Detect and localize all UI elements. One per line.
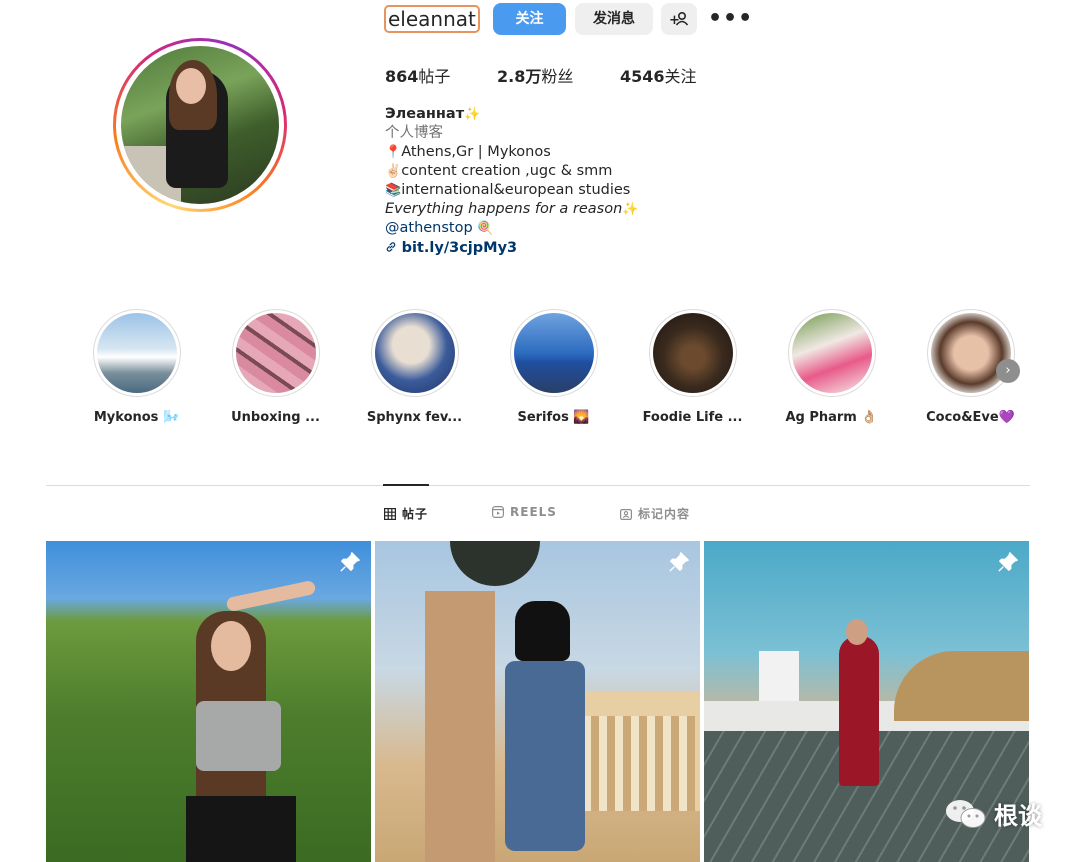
chevron-right-icon[interactable]: › bbox=[996, 359, 1020, 383]
highlight-sphynx[interactable]: Sphynx fev... bbox=[345, 309, 484, 425]
grid-icon bbox=[384, 507, 396, 520]
highlight-label: Unboxing ... bbox=[231, 410, 320, 425]
tabs-divider bbox=[46, 485, 1030, 486]
pinned-icon bbox=[340, 552, 360, 572]
tagged-icon bbox=[620, 508, 632, 520]
highlight-mykonos[interactable]: Mykonos 🌬️ bbox=[67, 309, 206, 425]
pinned-icon bbox=[669, 552, 689, 572]
highlight-cover bbox=[513, 313, 594, 393]
highlight-label: Coco&Eve💜 bbox=[926, 410, 1015, 425]
victory-hand-emoji: ✌🏻 bbox=[385, 164, 402, 179]
reels-icon bbox=[492, 506, 504, 518]
profile-bio: Элеаннат✨ 个人博客 📍Athens,Gr | Mykonos ✌🏻co… bbox=[385, 106, 639, 256]
highlight-label: Ag Pharm 👌🏼 bbox=[785, 410, 878, 425]
tab-reels[interactable]: REELS bbox=[492, 505, 557, 519]
avatar bbox=[121, 46, 279, 204]
pin-emoji: 📍 bbox=[385, 145, 402, 160]
tab-posts[interactable]: 帖子 bbox=[384, 505, 428, 522]
highlight-cover bbox=[235, 313, 316, 393]
following-count[interactable]: 4546关注 bbox=[620, 63, 697, 87]
more-options-button[interactable]: ••• bbox=[708, 3, 752, 35]
profile-avatar-story-ring[interactable] bbox=[113, 38, 287, 212]
link-icon bbox=[386, 242, 396, 252]
wechat-watermark: 根谈 bbox=[944, 796, 1042, 831]
profile-username[interactable]: eleannat bbox=[384, 5, 480, 33]
highlight-serifos[interactable]: Serifos 🌄 bbox=[484, 309, 623, 425]
books-emoji: 📚 bbox=[385, 183, 402, 198]
highlight-unboxing[interactable]: Unboxing ... bbox=[206, 309, 345, 425]
post-thumbnail-1[interactable] bbox=[46, 541, 371, 862]
posts-count: 864帖子 bbox=[385, 67, 451, 86]
highlight-cover bbox=[96, 313, 177, 393]
pinned-icon bbox=[998, 552, 1018, 572]
profile-display-name: Элеаннат bbox=[385, 106, 465, 122]
profile-category: 个人博客 bbox=[385, 125, 443, 141]
suggest-users-button[interactable]: + bbox=[661, 3, 697, 35]
highlight-cover bbox=[930, 313, 1011, 393]
wechat-icon bbox=[946, 799, 986, 828]
active-tab-indicator bbox=[383, 484, 429, 486]
highlight-cover bbox=[652, 313, 733, 393]
highlight-label: Mykonos 🌬️ bbox=[93, 410, 180, 425]
highlight-foodie-life[interactable]: Foodie Life ... bbox=[623, 309, 762, 425]
highlight-label: Sphynx fev... bbox=[366, 410, 463, 425]
post-thumbnail-2[interactable] bbox=[375, 541, 700, 862]
highlight-label: Serifos 🌄 bbox=[517, 410, 590, 425]
message-button[interactable]: 发消息 bbox=[575, 3, 653, 35]
bio-external-link[interactable]: bit.ly/3cjpMy3 bbox=[402, 240, 518, 256]
followers-count[interactable]: 2.8万粉丝 bbox=[497, 63, 573, 87]
add-user-icon: + bbox=[669, 12, 689, 28]
highlight-ag-pharm[interactable]: Ag Pharm 👌🏼 bbox=[762, 309, 901, 425]
bio-mention-link[interactable]: @athenstop bbox=[385, 220, 473, 236]
follow-button[interactable]: 关注 bbox=[493, 3, 566, 35]
highlight-cover bbox=[791, 313, 872, 393]
highlight-label: Foodie Life ... bbox=[642, 410, 743, 425]
tab-tagged[interactable]: 标记内容 bbox=[620, 505, 690, 522]
highlight-cover bbox=[374, 313, 455, 393]
